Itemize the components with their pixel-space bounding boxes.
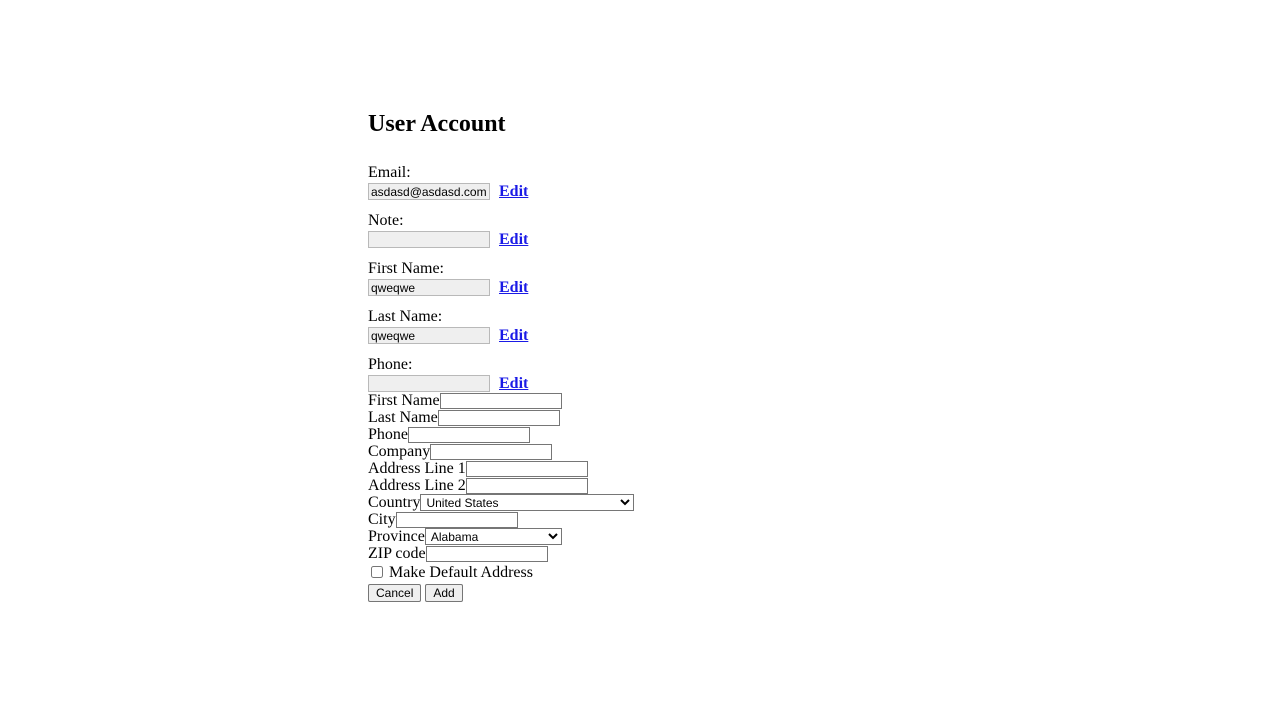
form-label: Last Name [368,409,438,426]
account-fields-section: Email: Edit Note: Edit First Name: Edit … [368,164,528,404]
address-line-2-input[interactable] [465,477,588,494]
form-row-first-name: First Name [368,392,634,409]
zip-code-input[interactable] [425,545,548,562]
note-field[interactable] [368,231,490,248]
make-default-address-checkbox[interactable] [371,566,383,578]
account-field-row: Edit [368,183,528,200]
form-row-city: City [368,511,634,528]
account-field-label: Last Name: [368,308,443,325]
form-row-zip: ZIP code [368,545,634,562]
form-button-row: Cancel Add [368,584,634,602]
address-line-1-input[interactable] [465,460,588,477]
address-form: First Name Last Name Phone Company Addre… [368,392,635,602]
account-field-row: Edit [368,279,528,296]
account-field-label: First Name: [368,260,444,277]
edit-note-link[interactable]: Edit [499,231,528,248]
account-field-row: Edit [368,231,528,248]
account-field-phone: Phone: Edit [368,356,528,392]
form-label: First Name [368,392,440,409]
account-field-note: Note: Edit [368,212,528,248]
address-last-name-input[interactable] [437,409,560,426]
form-label: Province [368,528,425,545]
add-button[interactable]: Add [425,584,463,602]
country-select[interactable]: United States [420,494,635,511]
address-first-name-input[interactable] [439,392,562,409]
form-row-country: Country United States [368,494,635,511]
address-company-input[interactable] [430,443,553,460]
edit-phone-link[interactable]: Edit [499,375,528,392]
make-default-address-label: Make Default Address [389,563,533,581]
make-default-address-row: Make Default Address [368,563,634,581]
account-field-email: Email: Edit [368,164,528,200]
form-row-phone: Phone [368,426,634,443]
email-field[interactable] [368,183,490,200]
account-field-first-name: First Name: Edit [368,260,528,296]
account-field-label: Note: [368,212,404,229]
edit-last-name-link[interactable]: Edit [499,327,528,344]
form-row-last-name: Last Name [368,409,634,426]
page-title: User Account [368,111,506,137]
first-name-field[interactable] [368,279,490,296]
phone-field[interactable] [368,375,490,392]
account-field-row: Edit [368,375,528,392]
form-row-address-line-1: Address Line 1 [368,460,634,477]
form-label: Phone [368,426,408,443]
account-field-row: Edit [368,327,528,344]
cancel-button[interactable]: Cancel [368,584,422,602]
form-row-company: Company [368,443,634,460]
edit-email-link[interactable]: Edit [499,183,528,200]
address-phone-input[interactable] [408,426,530,443]
form-row-address-line-2: Address Line 2 [368,477,634,494]
form-label: Country [368,494,421,511]
form-row-province: Province Alabama [368,528,634,545]
edit-first-name-link[interactable]: Edit [499,279,528,296]
account-field-label: Phone: [368,356,413,373]
account-field-last-name: Last Name: Edit [368,308,528,344]
form-label: ZIP code [368,545,426,562]
form-label: Address Line 1 [368,460,466,477]
province-select[interactable]: Alabama [424,528,562,545]
city-input[interactable] [395,511,518,528]
form-label: Company [368,443,431,460]
last-name-field[interactable] [368,327,490,344]
form-label: City [368,511,396,528]
account-field-label: Email: [368,164,411,181]
form-label: Address Line 2 [368,477,466,494]
